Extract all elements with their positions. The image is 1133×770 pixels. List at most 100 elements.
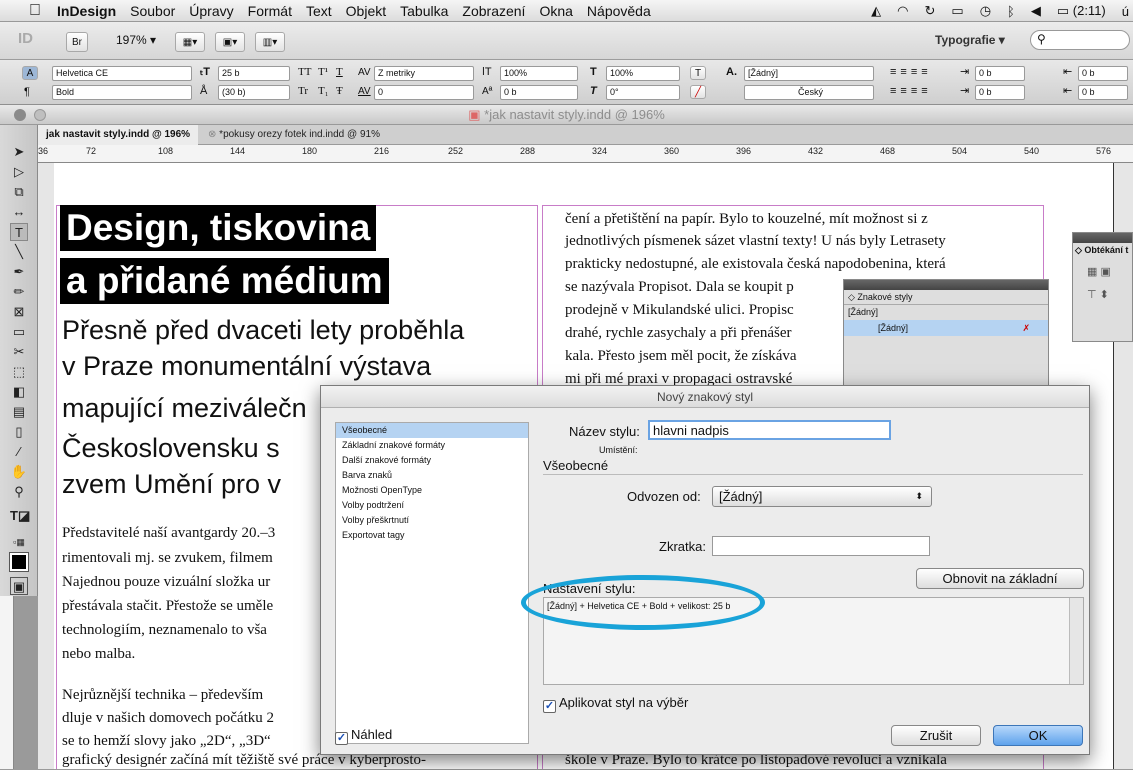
fill-stroke-icon[interactable]: T◪ [10, 507, 30, 525]
justify-buttons[interactable]: ≡≡≡≡ [890, 84, 932, 99]
wrap-options-icon[interactable]: ▦ ▣ [1073, 257, 1132, 278]
menu-file[interactable]: Soubor [123, 0, 182, 22]
style-name-input[interactable]: hlavni nadpis [648, 420, 891, 440]
screen-mode-icon[interactable]: ▣ [10, 577, 28, 595]
menu-window[interactable]: Okna [532, 0, 579, 22]
ok-button[interactable]: OK [993, 725, 1083, 746]
strikethrough-button[interactable]: Ŧ [336, 84, 343, 99]
panel-header[interactable] [1073, 233, 1132, 243]
last-line-indent-field[interactable]: 0 b [1078, 85, 1128, 100]
bluetooth-icon[interactable]: ᛒ [1007, 4, 1015, 19]
superscript-button[interactable]: T¹ [318, 65, 328, 80]
rectangle-tool-icon[interactable]: ▭ [10, 323, 28, 341]
underline-button[interactable]: T [336, 65, 343, 80]
panel-header[interactable] [844, 280, 1048, 290]
bridge-button[interactable]: Br [66, 32, 88, 52]
fill-swatch[interactable]: T [690, 66, 706, 80]
direct-selection-tool-icon[interactable]: ▷ [10, 163, 28, 181]
style-none-selected[interactable]: [Žádný] ✗ [844, 320, 1048, 336]
zoom-tool-icon[interactable]: ⚲ [10, 483, 28, 501]
menu-table[interactable]: Tabulka [393, 0, 455, 22]
tracking-field[interactable]: 0 [374, 85, 474, 100]
menu-object[interactable]: Objekt [339, 0, 393, 22]
pen-tool-icon[interactable]: ✒ [10, 263, 28, 281]
type-tool-icon[interactable]: T [10, 223, 28, 241]
pencil-tool-icon[interactable]: ✏ [10, 283, 28, 301]
page-tool-icon[interactable]: ⧉ [10, 183, 28, 201]
character-style-field[interactable]: [Žádný] [744, 66, 874, 81]
leading-field[interactable]: (30 b) [218, 85, 290, 100]
gradient-tool-icon[interactable]: ◧ [10, 383, 28, 401]
kerning-field[interactable]: Z metriky [374, 66, 474, 81]
close-window-button[interactable] [14, 109, 26, 121]
first-line-indent-field[interactable]: 0 b [975, 85, 1025, 100]
time-machine-icon[interactable]: ◷ [980, 3, 991, 19]
category-opentype[interactable]: Možnosti OpenType [336, 483, 528, 498]
settings-scrollbar[interactable] [1069, 598, 1083, 684]
category-export-tags[interactable]: Exportovat tagy [336, 528, 528, 543]
small-caps-button[interactable]: Tr [298, 84, 308, 99]
selection-tool-icon[interactable]: ➤ [10, 143, 28, 161]
zoom-level[interactable]: 197% ▾ [116, 33, 156, 47]
menu-text[interactable]: Text [299, 0, 339, 22]
category-advanced-formats[interactable]: Další znakové formáty [336, 453, 528, 468]
menu-app[interactable]: InDesign [50, 0, 123, 22]
minimize-window-button[interactable] [34, 109, 46, 121]
hand-tool-icon[interactable]: ✋ [10, 463, 28, 481]
horizontal-scale-field[interactable]: 100% [606, 66, 680, 81]
preview-checkbox[interactable]: ✓ Náhled [335, 727, 392, 745]
category-color[interactable]: Barva znaků [336, 468, 528, 483]
menu-format[interactable]: Formát [241, 0, 299, 22]
workspace-switcher[interactable]: Typografie ▾ [935, 33, 1005, 47]
close-tab-icon[interactable]: ⊗ [208, 129, 219, 140]
category-general[interactable]: Všeobecné [336, 423, 528, 438]
scissors-tool-icon[interactable]: ✂ [10, 343, 28, 361]
style-none[interactable]: [Žádný] [844, 305, 1048, 320]
view-options-button[interactable]: ▦▾ [175, 32, 205, 52]
search-input[interactable]: ⚲ [1030, 30, 1130, 50]
panel-title[interactable]: ◇ Znakové styly [844, 290, 1048, 305]
display-icon[interactable]: ▭ [951, 3, 963, 19]
all-caps-button[interactable]: TT [298, 65, 311, 80]
battery-status[interactable]: ▭ (2:11) [1057, 3, 1106, 19]
vertical-scale-field[interactable]: 100% [500, 66, 578, 81]
screen-mode-button[interactable]: ▣▾ [215, 32, 245, 52]
subscript-button[interactable]: T₁ [318, 84, 329, 99]
eyedropper-tool-icon[interactable]: ⁄ [10, 443, 28, 461]
skew-field[interactable]: 0° [606, 85, 680, 100]
wrap-offset-icon[interactable]: ⊤ ⬍ [1073, 278, 1132, 301]
character-mode-button[interactable]: A [22, 66, 38, 80]
stroke-swatch[interactable]: ╱ [690, 85, 706, 99]
normal-view-icon[interactable] [9, 552, 29, 572]
gap-tool-icon[interactable]: ↔ [10, 203, 28, 221]
tab-jak-nastavit-styly[interactable]: jak nastavit styly.indd @ 196% [38, 125, 199, 145]
formatting-affects-icon[interactable]: ▫▦ [10, 533, 28, 551]
vertical-ruler[interactable] [0, 596, 14, 769]
right-indent-field[interactable]: 0 b [1078, 66, 1128, 81]
tab-pokusy-orezy[interactable]: ⊗ *pokusy orezy fotek ind.indd @ 91% [200, 125, 388, 145]
font-style-field[interactable]: Bold [52, 85, 192, 100]
gradient-feather-tool-icon[interactable]: ▤ [10, 403, 28, 421]
align-buttons[interactable]: ≡≡≡≡ [890, 65, 932, 80]
sync-icon[interactable]: ↻ [925, 3, 936, 19]
rectangle-frame-tool-icon[interactable]: ⊠ [10, 303, 28, 321]
baseline-shift-field[interactable]: 0 b [500, 85, 578, 100]
category-strikethrough[interactable]: Volby přeškrtnutí [336, 513, 528, 528]
wifi-icon[interactable]: ◠ [897, 3, 908, 19]
menu-edit[interactable]: Úpravy [182, 0, 240, 22]
adobe-icon[interactable]: ◭ [871, 3, 881, 19]
font-family-field[interactable]: Helvetica CE [52, 66, 192, 81]
panel-title[interactable]: ◇ Obtékání t [1073, 243, 1132, 257]
paragraph-mode-button[interactable]: ¶ [24, 85, 30, 100]
free-transform-tool-icon[interactable]: ⬚ [10, 363, 28, 381]
category-basic-formats[interactable]: Základní znakové formáty [336, 438, 528, 453]
reset-to-base-button[interactable]: Obnovit na základní [916, 568, 1084, 589]
arrange-documents-button[interactable]: ▥▾ [255, 32, 285, 52]
left-indent-field[interactable]: 0 b [975, 66, 1025, 81]
font-size-field[interactable]: 25 b [218, 66, 290, 81]
category-underline[interactable]: Volby podtržení [336, 498, 528, 513]
menu-view[interactable]: Zobrazení [455, 0, 532, 22]
line-tool-icon[interactable]: ╲ [10, 243, 28, 261]
apple-icon[interactable]:  [20, 2, 50, 20]
menu-clock[interactable]: ú [1122, 4, 1129, 19]
